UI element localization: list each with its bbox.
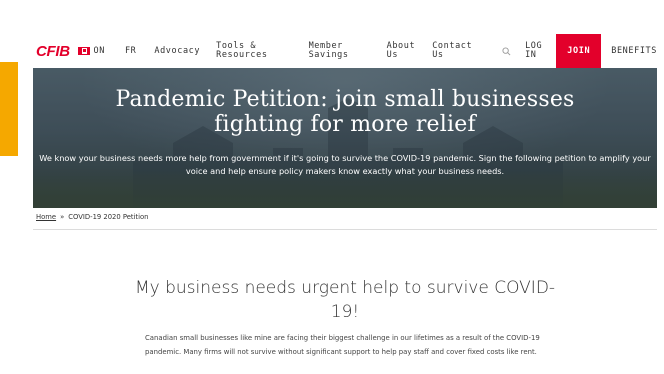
hero-subtitle: We know your business needs more help fr… [39, 153, 651, 176]
nav-contact-us[interactable]: Contact Us [432, 42, 472, 60]
breadcrumb-current: COVID-19 2020 Petition [68, 213, 149, 221]
page: CFIB ON FR Advocacy Tools & Resources Me… [33, 0, 657, 374]
petition-title: My business needs urgent help to survive… [134, 278, 556, 322]
petition-body: Canadian small businesses like mine are … [145, 334, 540, 356]
nav-benefits[interactable]: BENEFITS [611, 46, 657, 56]
province-selector[interactable]: ON [94, 46, 105, 56]
language-toggle[interactable]: FR [125, 46, 136, 56]
nav-contact-line2: Us [432, 50, 444, 60]
hero-title: Pandemic Petition: join small businesses… [115, 87, 575, 137]
nav-tools-line2: Resources [216, 50, 268, 60]
divider [33, 229, 657, 230]
cfib-logo[interactable]: CFIB [36, 43, 70, 60]
breadcrumb: Home » COVID-19 2020 Petition [36, 213, 148, 221]
nav-tools-resources[interactable]: Tools & Resources [216, 42, 267, 60]
nav-member-savings[interactable]: Member Savings [309, 42, 349, 60]
nav-about-line2: Us [386, 50, 399, 60]
nav-member-line2: Savings [308, 50, 349, 60]
search-icon-glyph [502, 46, 511, 55]
site-header: CFIB ON FR Advocacy Tools & Resources Me… [33, 34, 657, 68]
hero-banner: Pandemic Petition: join small businesses… [33, 68, 657, 208]
nav-about-us[interactable]: About Us [387, 42, 416, 60]
join-button[interactable]: JOIN [556, 34, 602, 68]
breadcrumb-home-link[interactable]: Home [36, 213, 56, 221]
breadcrumb-separator: » [60, 213, 65, 221]
search-icon[interactable] [502, 45, 513, 57]
ontario-flag-icon [77, 47, 90, 55]
left-accent-bar [0, 62, 18, 156]
nav-login[interactable]: LOG IN [525, 42, 542, 60]
nav-login-line2: IN [525, 50, 537, 60]
nav-advocacy[interactable]: Advocacy [154, 46, 200, 56]
